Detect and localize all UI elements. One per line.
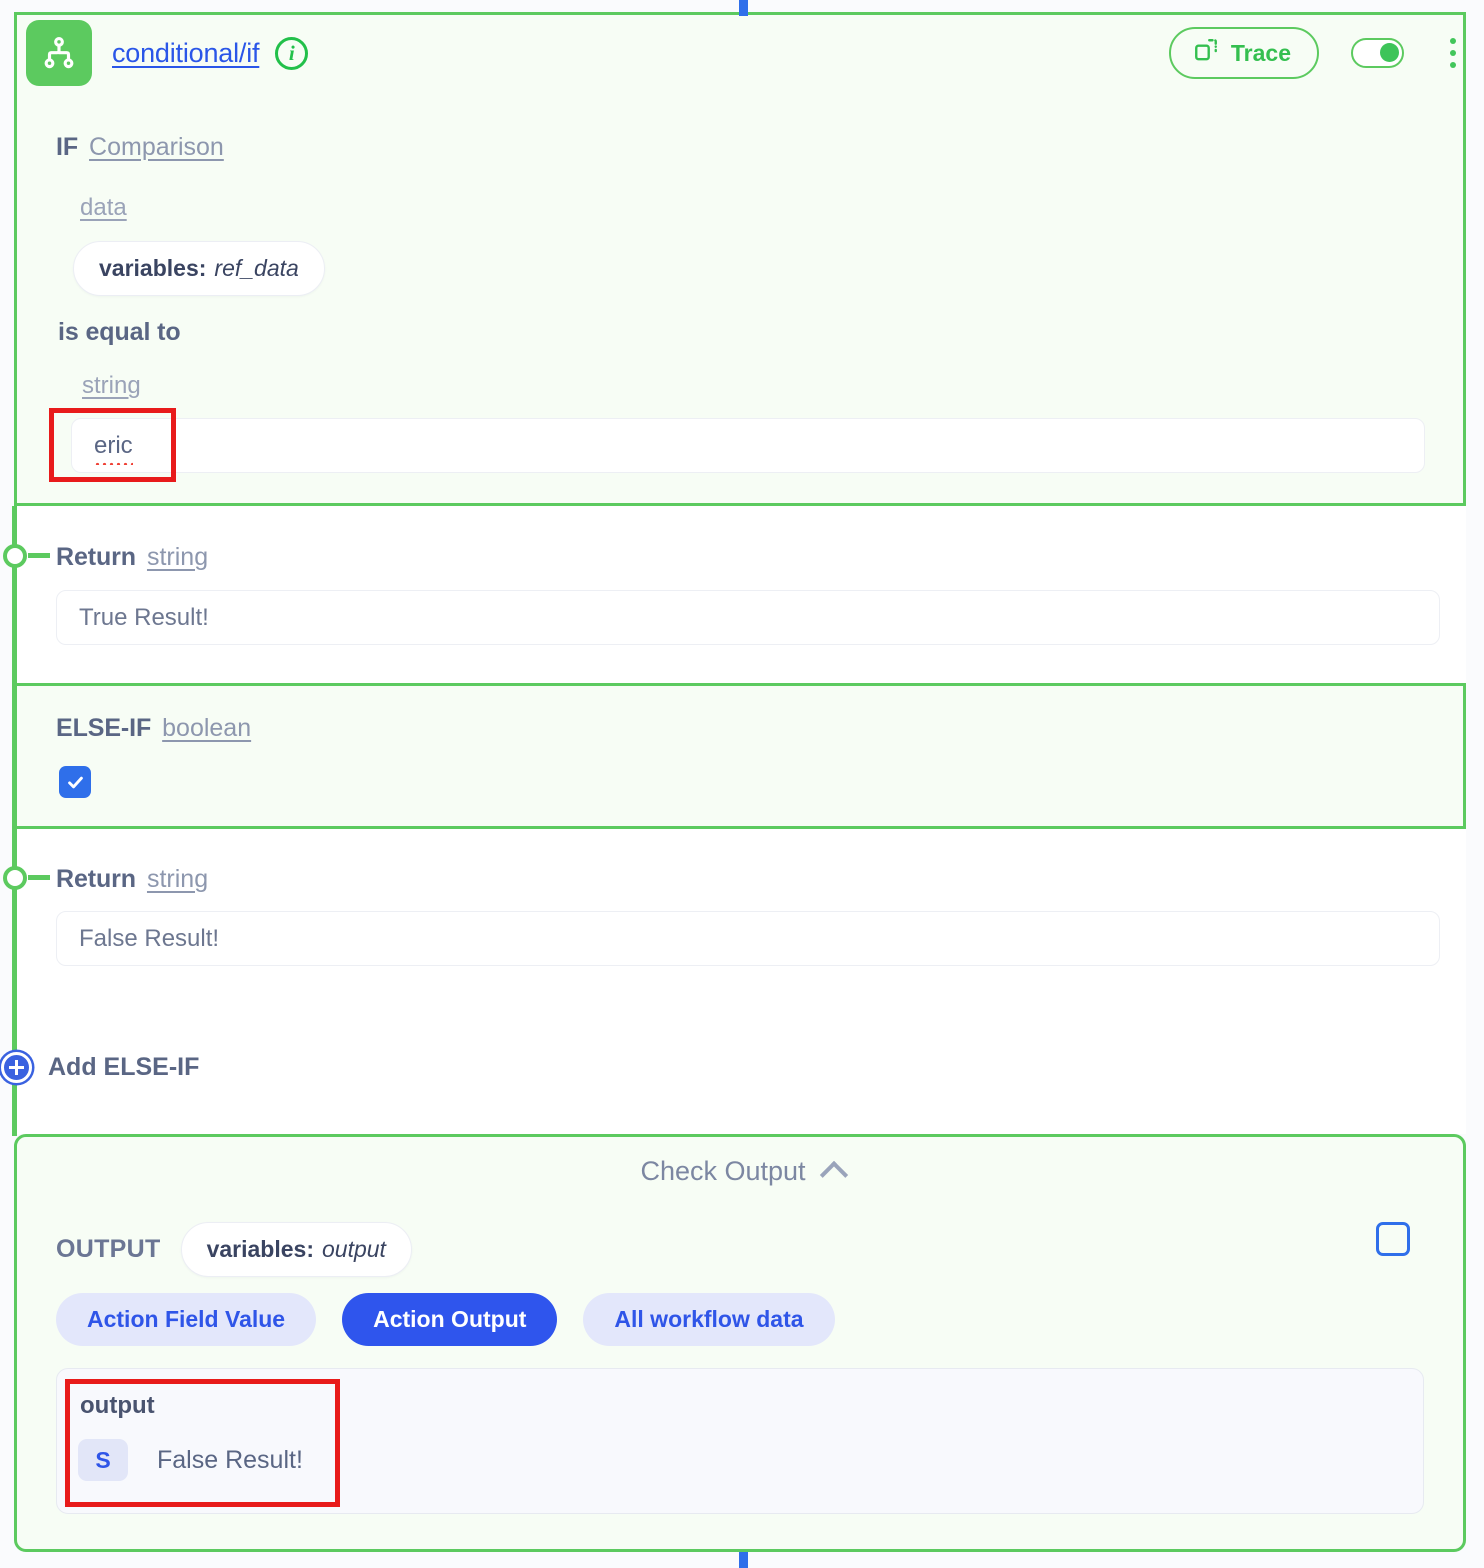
branch-fork-icon <box>26 20 92 86</box>
return-false-value: False Result! <box>79 924 220 952</box>
variable-chip-value: ref_data <box>214 255 299 281</box>
if-right-operand-input[interactable]: eric <box>71 418 1425 473</box>
if-right-operand-type-link[interactable]: string <box>82 372 141 400</box>
add-elseif-button[interactable]: Add ELSE-IF <box>0 1052 199 1083</box>
check-output-header[interactable]: Check Output <box>0 1156 1484 1189</box>
if-right-operand-label-row: string <box>82 372 141 400</box>
return-false-type-link[interactable]: string <box>147 865 208 894</box>
if-keyword: IF <box>56 133 79 161</box>
checkmark-icon <box>67 776 83 788</box>
output-label: OUTPUT <box>56 1235 161 1263</box>
return-false-section <box>14 829 1466 1134</box>
node-header-actions: Trace <box>1168 27 1464 79</box>
output-variable-row: OUTPUT variables: output <box>56 1222 412 1277</box>
return-true-type-link[interactable]: string <box>147 543 208 572</box>
trace-icon <box>1193 37 1219 69</box>
return-true-header: Return string <box>56 543 208 572</box>
variable-chip-ref-data[interactable]: variables: ref_data <box>73 241 325 296</box>
output-chip-prefix: variables: <box>206 1236 314 1262</box>
connector-stub-bottom <box>739 1552 748 1568</box>
if-left-operand-type-link[interactable]: data <box>80 194 127 222</box>
if-left-operand-chip-row: variables: ref_data <box>73 241 325 296</box>
add-elseif-label: Add ELSE-IF <box>48 1053 200 1081</box>
return-true-keyword: Return <box>56 543 136 571</box>
branch-node-false <box>0 864 58 894</box>
return-false-input[interactable]: False Result! <box>56 911 1440 966</box>
output-result-key: output <box>80 1392 155 1419</box>
node-enabled-toggle[interactable] <box>1351 38 1404 68</box>
if-operator-row: is equal to <box>58 318 181 347</box>
workflow-node-canvas: conditional/if i Trace IF Comparison dat… <box>0 0 1484 1568</box>
return-true-value: True Result! <box>79 603 209 631</box>
variable-chip-prefix: variables: <box>99 255 207 281</box>
toggle-knob <box>1380 43 1399 62</box>
output-result-panel <box>56 1368 1424 1514</box>
plus-circle-icon <box>1 1052 32 1083</box>
return-true-input[interactable]: True Result! <box>56 590 1440 645</box>
chevron-up-icon[interactable] <box>819 1160 848 1189</box>
elseif-keyword: ELSE-IF <box>56 714 152 742</box>
return-false-keyword: Return <box>56 865 136 893</box>
if-condition-type-link[interactable]: Comparison <box>89 133 224 162</box>
node-header: conditional/if i Trace <box>26 18 1464 88</box>
return-false-header: Return string <box>56 865 208 894</box>
output-type-badge: S <box>78 1439 128 1481</box>
if-operator-label: is equal to <box>58 318 181 346</box>
output-select-checkbox[interactable] <box>1376 1222 1410 1256</box>
tab-action-output[interactable]: Action Output <box>342 1293 558 1346</box>
output-source-tabs: Action Field Value Action Output All wor… <box>56 1293 835 1346</box>
info-icon[interactable]: i <box>275 36 309 70</box>
check-output-title: Check Output <box>640 1156 806 1186</box>
if-left-operand-label-row: data <box>80 194 127 222</box>
elseif-boolean-checkbox[interactable] <box>59 766 91 798</box>
trace-button[interactable]: Trace <box>1168 27 1319 79</box>
trace-label: Trace <box>1230 39 1291 66</box>
elseif-condition-block <box>14 683 1466 829</box>
output-chip-value: output <box>321 1236 386 1262</box>
tab-all-workflow-data[interactable]: All workflow data <box>583 1293 835 1346</box>
branch-node-true <box>0 542 58 572</box>
variable-chip-output[interactable]: variables: output <box>180 1222 412 1277</box>
node-title-link[interactable]: conditional/if <box>112 38 259 69</box>
kebab-menu-icon[interactable] <box>1442 33 1464 73</box>
elseif-keyword-row: ELSE-IF boolean <box>56 714 251 743</box>
tab-action-field-value[interactable]: Action Field Value <box>56 1293 317 1346</box>
elseif-type-link[interactable]: boolean <box>162 714 251 743</box>
connector-stub-top <box>739 0 748 16</box>
if-keyword-row: IF Comparison <box>56 133 224 162</box>
if-right-operand-value: eric <box>94 431 133 465</box>
output-result-value: False Result! <box>157 1446 303 1474</box>
